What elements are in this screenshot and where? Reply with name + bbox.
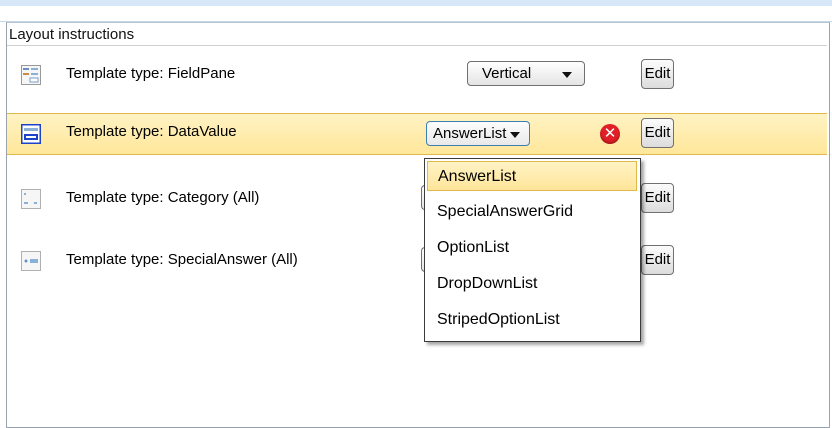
window-top-strip: [0, 6, 832, 22]
template-label: Template type: DataValue: [66, 123, 237, 140]
edit-button[interactable]: Edit: [641, 245, 674, 275]
template-row-fieldpane[interactable]: Template type: FieldPane Vertical Edit: [7, 55, 827, 95]
answer-type-dropdown-list: AnswerList SpecialAnswerGrid OptionList …: [424, 158, 641, 342]
template-label: Template type: FieldPane: [66, 65, 236, 82]
layout-instructions-panel: Layout instructions Template type: Field…: [6, 22, 830, 428]
edit-button[interactable]: Edit: [641, 59, 674, 89]
dropdown-option[interactable]: OptionList: [427, 233, 637, 263]
template-row-category[interactable]: Template type: Category (All) Edit: [7, 179, 827, 219]
edit-button[interactable]: Edit: [641, 183, 674, 213]
dropdown-option[interactable]: DropDownList: [427, 269, 637, 299]
answer-type-select[interactable]: AnswerList: [426, 121, 530, 146]
dropdown-option[interactable]: SpecialAnswerGrid: [427, 197, 637, 227]
fieldpane-template-icon: [21, 65, 41, 85]
clear-icon[interactable]: ✕: [600, 124, 620, 144]
dropdown-option[interactable]: StripedOptionList: [427, 305, 637, 335]
specialanswer-template-icon: [21, 251, 41, 271]
select-value: Vertical: [482, 65, 532, 82]
dropdown-arrow-icon: [510, 132, 520, 138]
template-row-datavalue[interactable]: Template type: DataValue AnswerList ✕ Ed…: [7, 113, 827, 155]
dropdown-arrow-icon: [562, 72, 572, 78]
template-label: Template type: Category (All): [66, 189, 260, 206]
template-row-specialanswer[interactable]: Template type: SpecialAnswer (All) Edit: [7, 241, 827, 281]
dropdown-option[interactable]: AnswerList: [427, 161, 637, 191]
edit-button[interactable]: Edit: [641, 118, 674, 148]
panel-divider: [7, 45, 827, 46]
datavalue-template-icon: [20, 123, 42, 145]
panel-title: Layout instructions: [9, 26, 135, 43]
template-label: Template type: SpecialAnswer (All): [66, 251, 298, 268]
category-template-icon: [21, 189, 41, 209]
orientation-select[interactable]: Vertical: [467, 61, 585, 86]
select-value: AnswerList: [433, 125, 507, 142]
